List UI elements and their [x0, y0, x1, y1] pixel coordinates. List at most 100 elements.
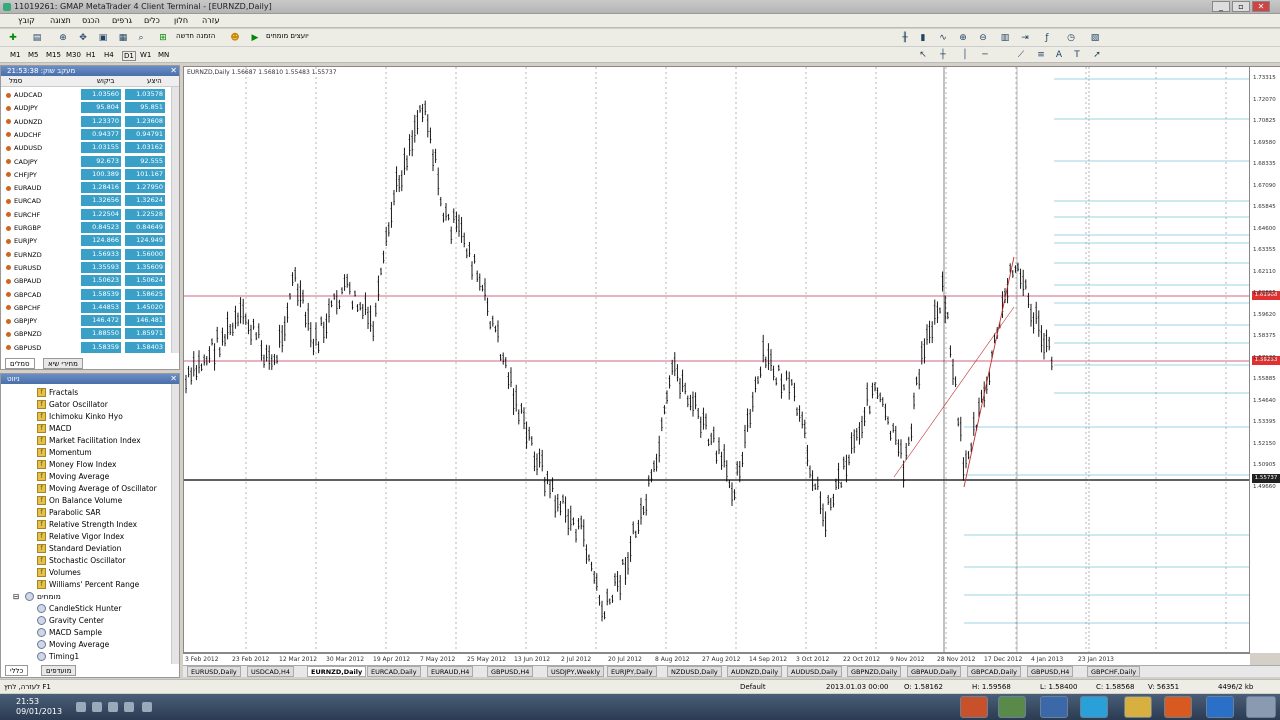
menu-view[interactable]: תצוגה: [50, 16, 71, 25]
menu-help[interactable]: עזרה: [202, 16, 220, 25]
market-watch-row[interactable]: GBPUSD 1.58359 1.58403: [1, 341, 171, 354]
tray-flag-icon[interactable]: [124, 702, 134, 712]
strategy-tester-icon[interactable]: ▦: [116, 31, 130, 45]
tab-tick-chart[interactable]: מחירי שיא: [43, 358, 83, 369]
tray-icon[interactable]: [108, 702, 118, 712]
price-chart[interactable]: EURNZD,Daily 1.56687 1.56810 1.55483 1.5…: [183, 66, 1250, 653]
collapse-icon[interactable]: ⊟: [13, 592, 19, 601]
price-axis[interactable]: 1.61908 1.59253 1.55737 1.73315 1.72070 1.…: [1250, 66, 1280, 653]
period-w1[interactable]: W1: [140, 51, 151, 59]
market-watch-row[interactable]: EURNZD 1.56933 1.56000: [1, 248, 171, 261]
tab-general[interactable]: כללי: [5, 665, 29, 676]
period-m15[interactable]: M15: [46, 51, 61, 59]
market-watch-row[interactable]: GBPCHF 1.44853 1.45020: [1, 301, 171, 314]
templates-icon[interactable]: ▧: [1088, 31, 1102, 45]
market-watch-row[interactable]: EURJPY 124.866 124.949: [1, 234, 171, 247]
text-icon[interactable]: A: [1052, 48, 1066, 62]
candle-chart-icon[interactable]: ▮: [916, 31, 930, 45]
chart-tab[interactable]: AUDUSD,Daily: [787, 666, 842, 677]
market-watch-row[interactable]: EURCAD 1.32656 1.32624: [1, 194, 171, 207]
folder-icon[interactable]: [1124, 696, 1152, 718]
tab-favorites[interactable]: מועדפים: [41, 665, 77, 676]
col-ask[interactable]: היצע: [147, 77, 162, 85]
market-watch-row[interactable]: EURUSD 1.35593 1.35609: [1, 261, 171, 274]
metatrader-taskbar-icon[interactable]: [998, 696, 1026, 718]
market-watch-row[interactable]: AUDUSD 1.03155 1.03162: [1, 141, 171, 154]
line-chart-icon[interactable]: ∿: [936, 31, 950, 45]
periods-icon[interactable]: ◷: [1064, 31, 1078, 45]
chart-tab[interactable]: GBPAUD,Daily: [907, 666, 961, 677]
bar-chart-icon[interactable]: ╫: [898, 31, 912, 45]
period-m30[interactable]: M30: [66, 51, 81, 59]
chart-tab[interactable]: GBPUSD,H4: [1027, 666, 1074, 677]
col-bid[interactable]: ביקוש: [97, 77, 114, 85]
indicators-icon[interactable]: ƒ: [1040, 31, 1054, 45]
chart-tab[interactable]: AUDNZD,Daily: [727, 666, 783, 677]
market-watch-scrollbar[interactable]: [171, 87, 179, 353]
period-h4[interactable]: H4: [104, 51, 114, 59]
taskbar-app-icon[interactable]: [960, 696, 988, 718]
chart-tab[interactable]: EURNZD,Daily: [307, 666, 367, 677]
skype-icon[interactable]: [1080, 696, 1108, 718]
market-watch-row[interactable]: EURGBP 0.84523 0.84649: [1, 221, 171, 234]
market-watch-row[interactable]: GBPCAD 1.58539 1.58625: [1, 288, 171, 301]
chart-tab[interactable]: EURUSD,Daily: [187, 666, 241, 677]
experts-icon[interactable]: ☻: [228, 31, 242, 45]
internet-explorer-icon[interactable]: [1206, 696, 1234, 718]
zoom-in-icon[interactable]: ⊕: [956, 31, 970, 45]
chart-tab[interactable]: GBPCHF,Daily: [1087, 666, 1141, 677]
new-order-icon[interactable]: ⊞: [156, 31, 170, 45]
market-watch-row[interactable]: EURCHF 1.22504 1.22528: [1, 208, 171, 221]
new-order-label[interactable]: הזמנה חדשה: [176, 32, 215, 40]
navigator-scrollbar[interactable]: [171, 384, 179, 664]
market-watch-row[interactable]: GBPNZD 1.88550 1.85971: [1, 327, 171, 340]
market-watch-row[interactable]: GBPJPY 146.472 146.481: [1, 314, 171, 327]
trendline-icon[interactable]: ⟋: [1014, 48, 1028, 62]
taskbar-app-icon-2[interactable]: [1040, 696, 1068, 718]
close-icon[interactable]: ✕: [170, 374, 177, 384]
market-watch-row[interactable]: AUDCAD 1.03560 1.03578: [1, 88, 171, 101]
market-watch-row[interactable]: CADJPY 92.673 92.555: [1, 155, 171, 168]
network-icon[interactable]: [92, 702, 102, 712]
chart-tab[interactable]: NZDUSD,Daily: [667, 666, 722, 677]
market-watch-row[interactable]: GBPAUD 1.50623 1.50624: [1, 274, 171, 287]
chart-tab[interactable]: EURCAD,Daily: [367, 666, 421, 677]
chart-canvas[interactable]: [184, 67, 1250, 653]
crosshair-icon[interactable]: ┼: [936, 48, 950, 62]
chart-tab[interactable]: GBPUSD,H4: [487, 666, 534, 677]
chart-tab[interactable]: GBPNZD,Daily: [847, 666, 902, 677]
minimize-button[interactable]: _: [1212, 1, 1230, 12]
tray-arrow-icon[interactable]: [142, 702, 152, 712]
market-watch-row[interactable]: EURAUD 1.28416 1.27950: [1, 181, 171, 194]
experts-toggle-icon[interactable]: ▶: [248, 31, 262, 45]
close-icon[interactable]: ✕: [170, 66, 177, 76]
zoom-icon[interactable]: ⊕: [56, 31, 70, 45]
chart-tab[interactable]: USDCAD,H4: [247, 666, 294, 677]
menu-tools[interactable]: כלים: [144, 16, 160, 25]
search-icon[interactable]: ⌕: [134, 31, 148, 45]
menu-insert[interactable]: הכנס: [82, 16, 100, 25]
col-symbol[interactable]: סמל: [9, 77, 22, 85]
arrows-icon[interactable]: ➚: [1090, 48, 1104, 62]
close-button[interactable]: ✕: [1252, 1, 1270, 12]
chart-tab[interactable]: EURAUD,H4: [427, 666, 474, 677]
start-orb-icon[interactable]: [1246, 696, 1276, 718]
period-m1[interactable]: M1: [10, 51, 21, 59]
menu-window[interactable]: חלון: [174, 16, 188, 25]
market-watch-row[interactable]: AUDCHF 0.94377 0.94791: [1, 128, 171, 141]
volume-icon[interactable]: [76, 702, 86, 712]
maximize-button[interactable]: ▫: [1232, 1, 1250, 12]
menu-charts[interactable]: גרפים: [112, 16, 132, 25]
period-h1[interactable]: H1: [86, 51, 96, 59]
chart-tab[interactable]: EURJPY,Daily: [607, 666, 657, 677]
taskbar-clock[interactable]: 21:53 09/01/2013: [16, 697, 62, 717]
new-chart-icon[interactable]: ✚: [6, 31, 20, 45]
vertical-line-icon[interactable]: │: [958, 48, 972, 62]
horizontal-line-icon[interactable]: ─: [978, 48, 992, 62]
status-profile[interactable]: Default: [740, 683, 766, 691]
autoscroll-icon[interactable]: ⇥: [1018, 31, 1032, 45]
profiles-icon[interactable]: ▤: [30, 31, 44, 45]
expert-advisors-label[interactable]: יועצים מומחים: [266, 32, 309, 40]
market-watch-row[interactable]: AUDNZD 1.23370 1.23608: [1, 115, 171, 128]
period-d1[interactable]: D1: [122, 51, 136, 61]
